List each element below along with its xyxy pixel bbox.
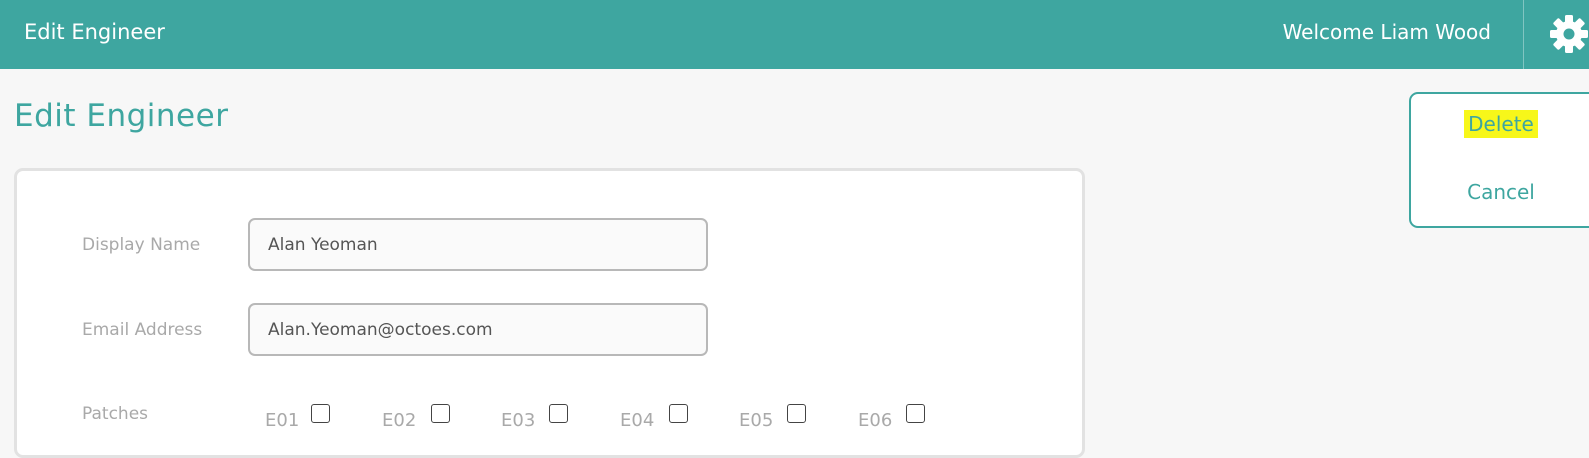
engineer-form: Display Name Email Address Patches E01 E…	[14, 168, 1085, 458]
patch-code: E01	[265, 410, 300, 431]
email-address-field[interactable]	[248, 303, 708, 356]
display-name-label: Display Name	[82, 235, 201, 255]
display-name-field[interactable]	[248, 218, 708, 271]
delete-label: Delete	[1464, 110, 1538, 138]
gear-icon[interactable]	[1549, 14, 1589, 54]
patch-code: E03	[501, 410, 536, 431]
header-divider	[1523, 0, 1524, 69]
patch-code: E04	[620, 410, 655, 431]
delete-button[interactable]: Delete	[1411, 110, 1589, 138]
patch-checkbox[interactable]	[431, 404, 450, 423]
page-title: Edit Engineer	[14, 98, 229, 134]
patch-code: E05	[739, 410, 774, 431]
patch-checkbox[interactable]	[549, 404, 568, 423]
patch-checkbox[interactable]	[311, 404, 330, 423]
email-address-label: Email Address	[82, 320, 203, 340]
patch-code: E02	[382, 410, 417, 431]
patches-label: Patches	[82, 404, 149, 424]
cancel-button[interactable]: Cancel	[1411, 180, 1589, 204]
top-bar: Edit Engineer Welcome Liam Wood	[0, 0, 1589, 69]
patch-checkbox[interactable]	[669, 404, 688, 423]
patch-code: E06	[858, 410, 893, 431]
patch-checkbox[interactable]	[787, 404, 806, 423]
app-title: Edit Engineer	[24, 20, 165, 44]
action-panel: Delete Cancel	[1409, 92, 1589, 228]
patch-checkbox[interactable]	[906, 404, 925, 423]
welcome-text: Welcome Liam Wood	[1282, 20, 1491, 44]
